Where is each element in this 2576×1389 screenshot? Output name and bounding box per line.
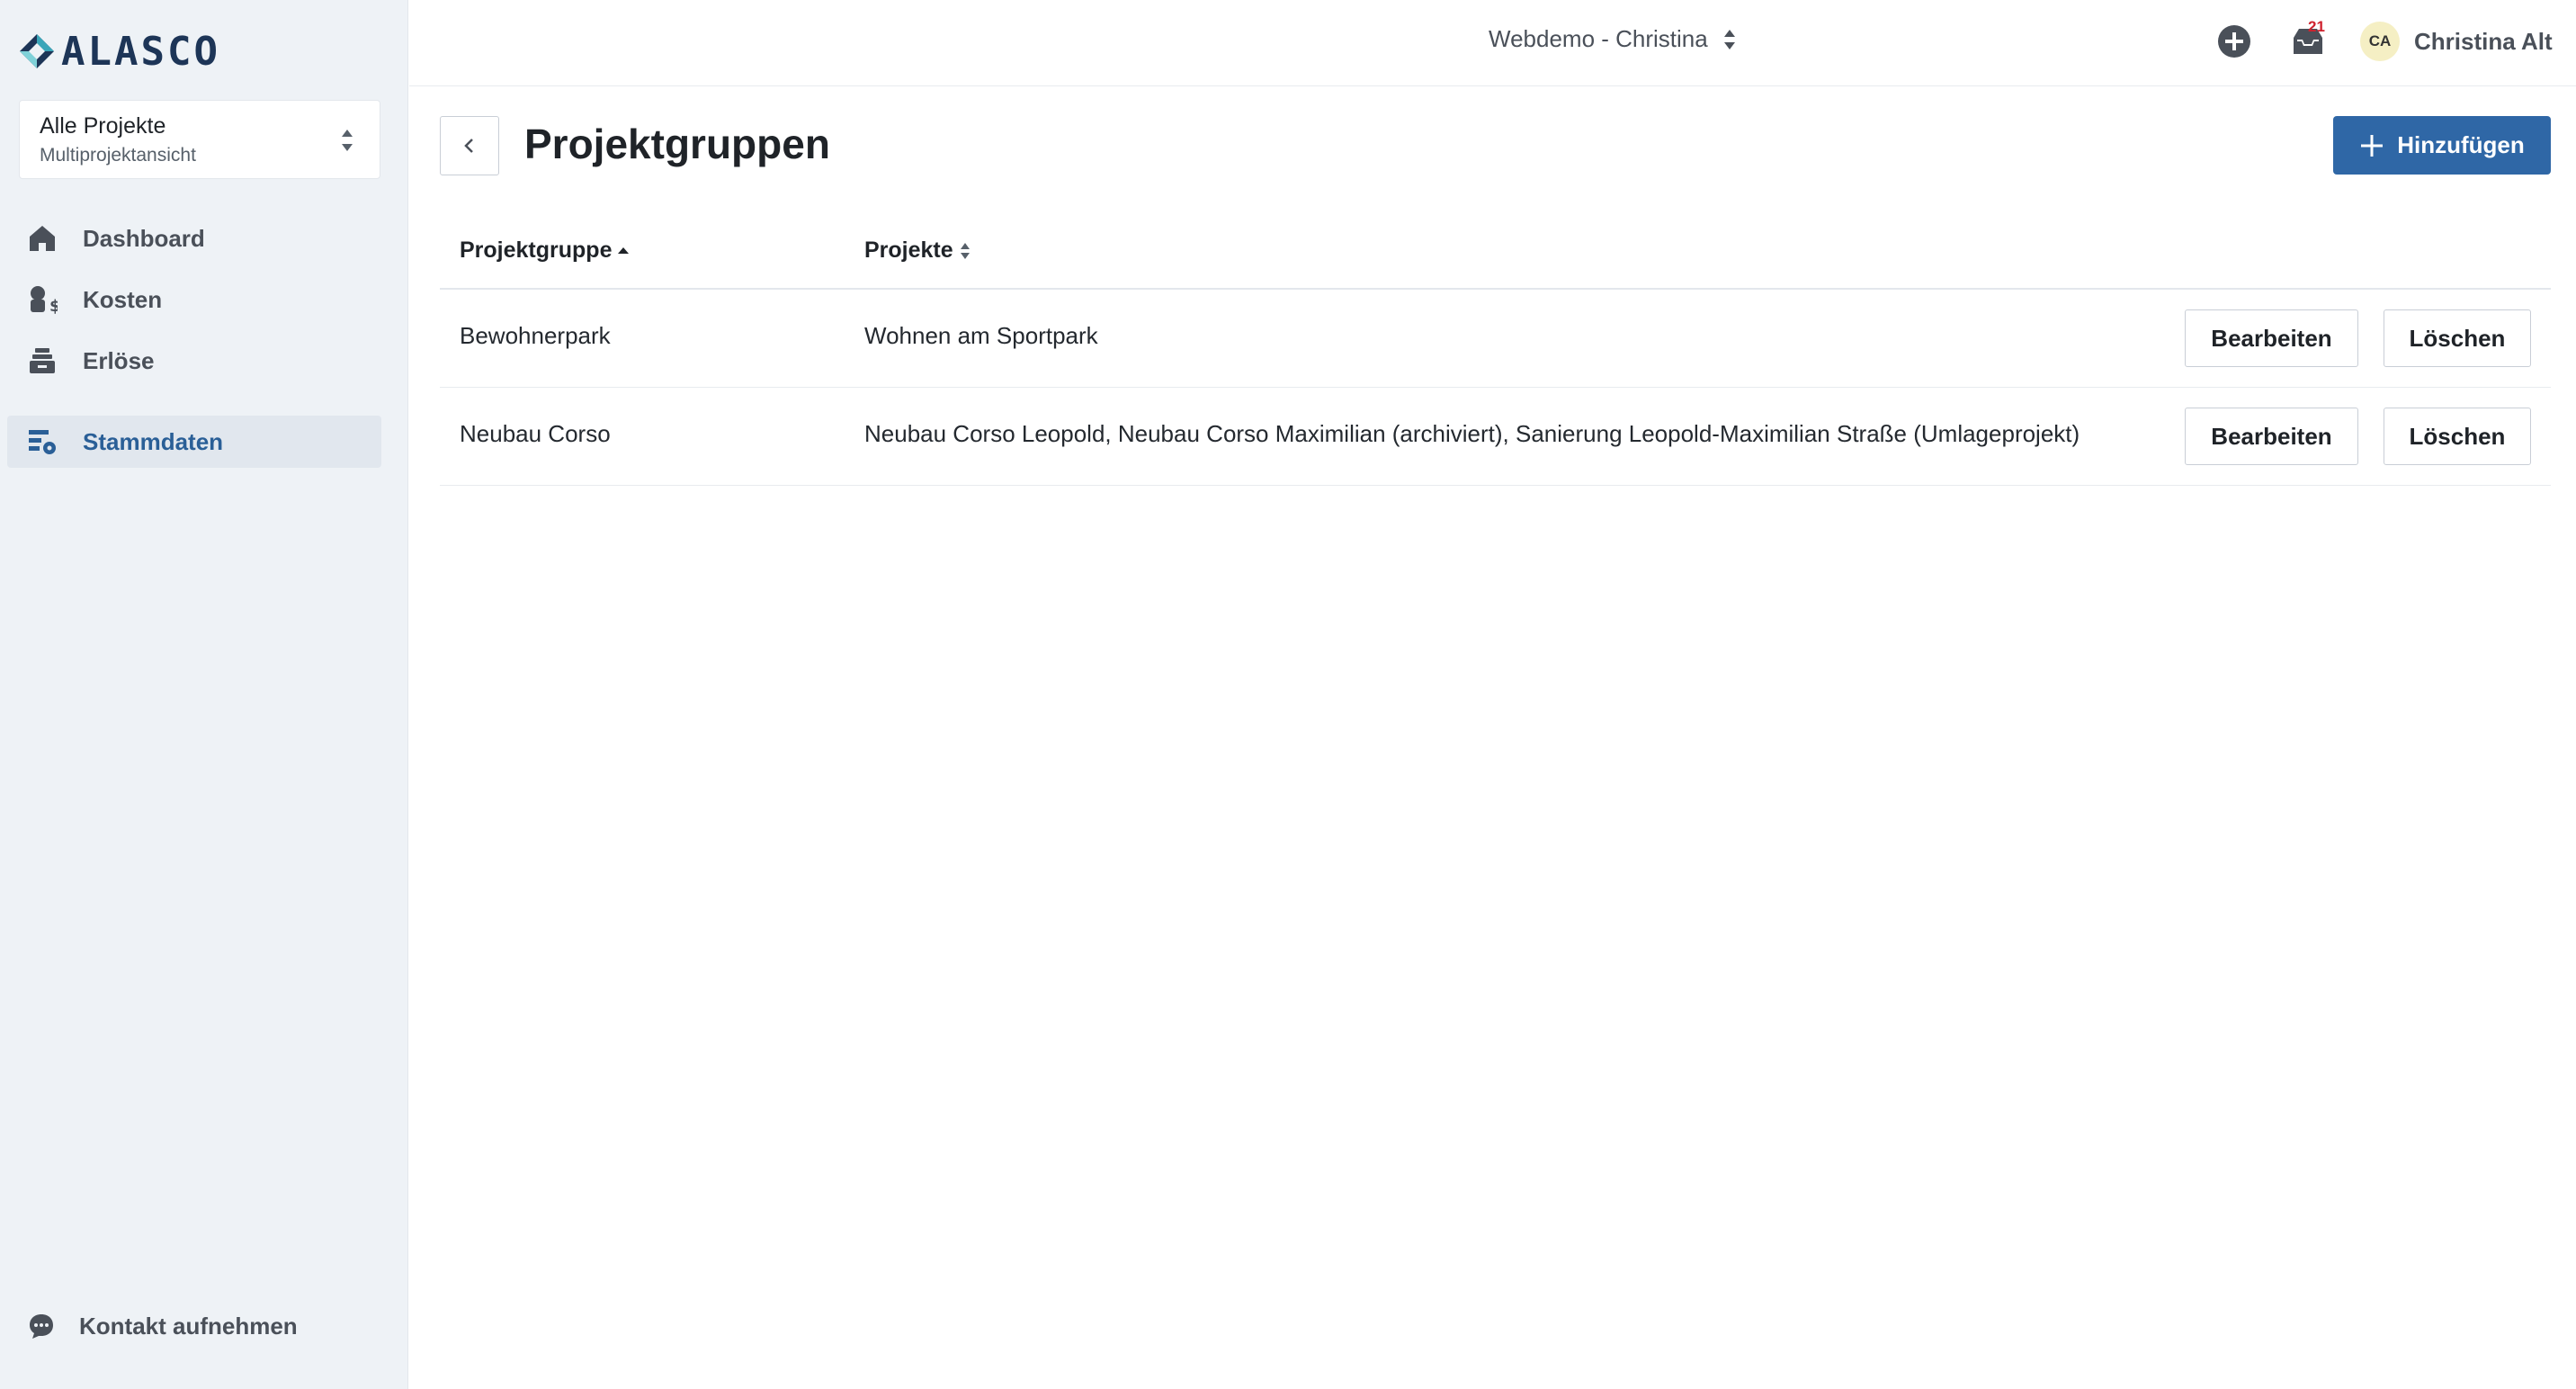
plus-icon (2361, 134, 2384, 157)
edit-button[interactable]: Bearbeiten (2185, 309, 2358, 367)
contact-label: Kontakt aufnehmen (79, 1312, 298, 1340)
column-header-projekte[interactable]: Projekte (864, 237, 971, 264)
logo-text: ALASCO (61, 28, 220, 75)
revenue-icon (27, 345, 58, 376)
column-header-label: Projekte (864, 237, 953, 263)
sidebar-item-label: Dashboard (83, 224, 205, 252)
chevron-up-down-icon (1723, 29, 1735, 49)
master-data-icon (27, 426, 58, 457)
sort-icon (960, 242, 970, 259)
workspace-selector[interactable]: Webdemo - Christina (1489, 25, 1737, 53)
sidebar: ALASCO Alle Projekte Multiprojektansicht… (0, 0, 408, 1389)
column-header-label: Projektgruppe (460, 237, 613, 263)
sidebar-item-stammdaten[interactable]: Stammdaten (7, 416, 381, 468)
edit-button[interactable]: Bearbeiten (2185, 408, 2358, 465)
contact-button[interactable]: Kontakt aufnehmen (27, 1312, 298, 1340)
project-groups-table: Projektgruppe Projekte Bewohnerpark Wohn… (440, 216, 2551, 486)
add-circle-icon[interactable] (2216, 23, 2252, 59)
table-header: Projektgruppe Projekte (440, 216, 2551, 290)
sidebar-nav: Dashboard $ Kosten Erlöse Stammdaten (7, 212, 381, 477)
notification-badge: 21 (2308, 18, 2325, 35)
alasco-logo-icon (20, 34, 54, 68)
sidebar-item-dashboard[interactable]: Dashboard (7, 212, 381, 264)
chevron-up-down-icon (342, 130, 353, 151)
workspace-label: Webdemo - Christina (1489, 25, 1708, 52)
sidebar-item-erloese[interactable]: Erlöse (7, 335, 381, 387)
cell-projects: Neubau Corso Leopold, Neubau Corso Maxim… (864, 420, 2080, 447)
add-button[interactable]: Hinzufügen (2333, 116, 2551, 175)
project-selector-subtitle: Multiprojektansicht (40, 145, 196, 166)
cell-projects: Wohnen am Sportpark (864, 322, 1098, 349)
sort-ascending-icon (618, 246, 630, 254)
delete-button[interactable]: Löschen (2384, 309, 2531, 367)
user-name: Christina Alt (2414, 27, 2553, 55)
sidebar-item-label: Erlöse (83, 346, 155, 374)
table-row: Neubau Corso Neubau Corso Leopold, Neuba… (440, 388, 2551, 486)
project-selector[interactable]: Alle Projekte Multiprojektansicht (19, 100, 380, 179)
svg-text:$: $ (49, 297, 58, 315)
sidebar-item-kosten[interactable]: $ Kosten (7, 273, 381, 326)
avatar: CA (2360, 22, 2400, 61)
sidebar-item-label: Stammdaten (83, 427, 224, 455)
add-button-label: Hinzufügen (2397, 131, 2525, 158)
back-button[interactable] (440, 116, 499, 175)
delete-button[interactable]: Löschen (2384, 408, 2531, 465)
cell-group: Bewohnerpark (460, 322, 611, 349)
chevron-left-icon (464, 139, 473, 153)
chat-icon (27, 1312, 56, 1340)
project-selector-title: Alle Projekte (40, 113, 166, 139)
sidebar-item-label: Kosten (83, 285, 163, 313)
page-title: Projektgruppen (524, 121, 830, 167)
user-menu[interactable]: CA Christina Alt (2360, 22, 2553, 61)
column-header-projektgruppe[interactable]: Projektgruppe (460, 237, 630, 264)
nav-divider (7, 396, 381, 416)
table-row: Bewohnerpark Wohnen am Sportpark Bearbei… (440, 290, 2551, 388)
cell-group: Neubau Corso (460, 420, 611, 447)
alasco-logo[interactable]: ALASCO (18, 28, 220, 75)
costs-icon: $ (27, 284, 58, 315)
home-icon (27, 223, 58, 254)
